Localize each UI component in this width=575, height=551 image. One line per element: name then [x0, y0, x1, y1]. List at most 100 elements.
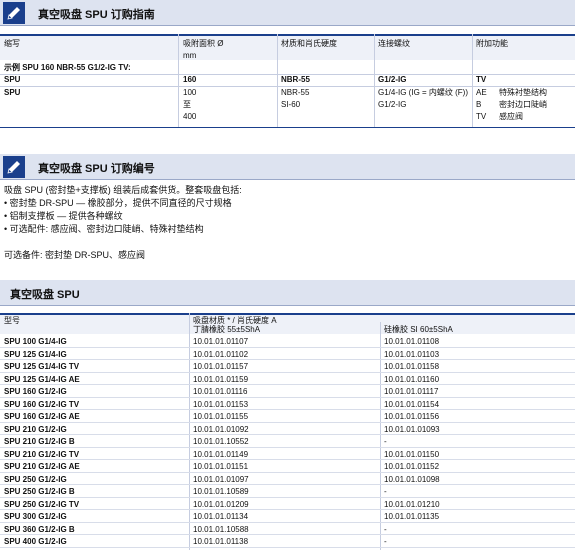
si-part-number-cell: -	[384, 437, 387, 446]
table-row: SPU 210 G1/2-IG AE 10.01.01.01151 10.01.01…	[0, 460, 575, 473]
si-part-number-cell: -	[384, 537, 387, 546]
table-row: SPU 250 G1/2-IG B 10.01.01.10589 -	[0, 485, 575, 498]
pencil-icon	[3, 2, 25, 24]
nbr-part-number-cell: 10.01.01.01097	[193, 474, 249, 484]
type-cell: SPU 210 G1/2-IG AE	[4, 462, 80, 471]
nbr-part-number-cell: 10.01.01.01151	[193, 462, 249, 471]
table-row: SPU 160 G1/2-IG AE 10.01.01.01155 10.01.01…	[0, 410, 575, 423]
si-part-number-cell: 10.01.01.01093	[384, 424, 440, 434]
order-text-line: 吸盘 SPU (密封垫+支撑板) 组装后成套供货。整套吸盘包括:	[4, 185, 242, 195]
option-diameter-min: 100	[183, 88, 197, 97]
col-diameter-header: 吸附面积 Ø mm	[183, 39, 224, 60]
type-cell: SPU 210 G1/2-IG B	[4, 437, 75, 446]
type-cell: SPU 400 G1/2-IG	[4, 537, 67, 546]
type-cell: SPU 250 G1/2-IG	[4, 474, 67, 484]
option-diameter-to: 至	[183, 100, 191, 109]
type-cell: SPU 250 G1/2-IG B	[4, 487, 75, 496]
option-material-nbr: NBR-55	[281, 88, 310, 97]
nbr-part-number-cell: 10.01.01.01155	[193, 412, 249, 421]
si-part-number-cell: 10.01.01.01135	[384, 512, 440, 521]
option-extra-code: B	[476, 100, 482, 109]
spare-parts-line: 可选备件: 密封垫 DR-SPU、感应阀	[4, 250, 146, 260]
option-extra-desc: 感应阀	[499, 112, 523, 121]
nbr-part-number-cell: 10.01.01.01107	[193, 337, 249, 346]
table-row: SPU 125 G1/4-IG TV 10.01.01.01157 10.01.01…	[0, 360, 575, 373]
table-header: 型号 吸盘材质 * / 肖氏硬度 A 丁腈橡胶 55±5ShA 硅橡胶 SI 6…	[0, 313, 575, 334]
option-thread-1: G1/4-IG (IG = 内螺纹 (F))	[378, 88, 469, 97]
si-part-number-cell: 10.01.01.01152	[384, 462, 440, 471]
order-text-line: • 可选配件: 感应阀、密封边口陡峭、特殊衬垫结构	[4, 224, 204, 234]
type-cell: SPU 210 G1/2-IG TV	[4, 449, 80, 459]
nbr-part-number-cell: 10.01.01.01157	[193, 362, 249, 371]
si-part-number-cell: -	[384, 524, 387, 534]
example-extra: TV	[476, 75, 487, 84]
section-header-spu: 真空吸盘 SPU	[0, 280, 575, 306]
nbr-part-number-cell: 10.01.01.01209	[193, 499, 249, 509]
nbr-part-number-cell: 10.01.01.01159	[193, 374, 249, 384]
section-header-ordering-guide: 真空吸盘 SPU 订购指南	[0, 0, 575, 26]
si-part-number-cell: 10.01.01.01154	[384, 399, 440, 409]
nbr-part-number-cell: 10.01.01.10589	[193, 487, 249, 496]
si-part-number-cell: -	[384, 487, 387, 496]
table-row: SPU 160 G1/2-IG TV 10.01.01.01153 10.01.01…	[0, 398, 575, 410]
type-cell: SPU 160 G1/2-IG TV	[4, 399, 80, 409]
table-row: SPU 210 G1/2-IG TV 10.01.01.01149 10.01.01…	[0, 448, 575, 460]
order-text-line: • 铝制支撑板 — 提供各种螺纹	[4, 211, 123, 221]
type-cell: SPU 210 G1/2-IG	[4, 424, 67, 434]
si-part-number-cell: 10.01.01.01156	[384, 412, 440, 421]
table-row: SPU 360 G1/2-IG B 10.01.01.10588 -	[0, 523, 575, 535]
type-cell: SPU 250 G1/2-IG TV	[4, 499, 80, 509]
col-abbr-header: 缩写	[4, 39, 20, 48]
table-row: SPU 125 G1/4-IG 10.01.01.01102 10.01.01.01…	[0, 348, 575, 360]
section-title: 真空吸盘 SPU	[10, 289, 80, 301]
si-part-number-cell: 10.01.01.01098	[384, 474, 440, 484]
si-part-number-cell: 10.01.01.01150	[384, 449, 440, 459]
nbr-part-number-cell: 10.01.01.01116	[193, 387, 248, 396]
col-thread-header: 连接螺纹	[378, 39, 410, 48]
section-title: 真空吸盘 SPU 订购编号	[38, 163, 155, 175]
option-extra-desc: 特殊衬垫结构	[499, 88, 547, 97]
option-extra-code: TV	[476, 112, 487, 121]
example-diameter: 160	[183, 75, 197, 84]
type-cell: SPU 160 G1/2-IG AE	[4, 412, 80, 421]
type-cell: SPU 300 G1/2-IG	[4, 512, 67, 521]
type-cell: SPU 125 G1/4-IG TV	[4, 362, 80, 371]
type-cell: SPU 100 G1/4-IG	[4, 337, 67, 346]
type-cell: SPU 125 G1/4-IG AE	[4, 374, 80, 384]
nbr-part-number-cell: 10.01.01.01149	[193, 449, 249, 459]
table-row: SPU 125 G1/4-IG AE 10.01.01.01159 10.01.01…	[0, 373, 575, 385]
table-row: SPU 400 G1/2-IG 10.01.01.01138 -	[0, 535, 575, 548]
si-part-number-cell: 10.01.01.01117	[384, 387, 439, 396]
nbr-part-number-cell: 10.01.01.10588	[193, 524, 249, 534]
order-text-line: • 密封垫 DR-SPU — 橡胶部分，提供不同直径的尺寸规格	[4, 198, 232, 208]
type-cell: SPU 360 G1/2-IG B	[4, 524, 75, 534]
table-row: SPU 210 G1/2-IG B 10.01.01.10552 -	[0, 435, 575, 448]
table-header: 缩写 吸附面积 Ø mm 材质和肖氏硬度 连接螺纹 附加功能	[0, 34, 575, 60]
si-part-number-cell: 10.01.01.01158	[384, 362, 440, 371]
example-label: 示例 SPU 160 NBR-55 G1/2-IG TV:	[4, 63, 131, 72]
table-row: SPU 250 G1/2-IG TV 10.01.01.01209 10.01.01…	[0, 498, 575, 510]
si-part-number-cell: 10.01.01.01210	[384, 499, 440, 509]
nbr-part-number-cell: 10.01.01.01134	[193, 512, 249, 521]
pencil-icon	[3, 156, 25, 178]
table-row: SPU 300 G1/2-IG 10.01.01.01134 10.01.01.01…	[0, 510, 575, 523]
type-cell: SPU 160 G1/2-IG	[4, 387, 67, 396]
nbr-part-number-cell: 10.01.01.10552	[193, 437, 249, 446]
example-thread: G1/2-IG	[378, 75, 407, 84]
nbr-part-number-cell: 10.01.01.01092	[193, 424, 249, 434]
col-material-header: 材质和肖氏硬度	[281, 39, 337, 48]
nbr-part-number-cell: 10.01.01.01138	[193, 537, 249, 546]
col-extra-header: 附加功能	[476, 39, 508, 48]
table-row: SPU 160 G1/2-IG 10.01.01.01116 10.01.01.01…	[0, 385, 575, 398]
option-extra-code: AE	[476, 88, 487, 97]
section-title: 真空吸盘 SPU 订购指南	[38, 9, 155, 21]
example-material: NBR-55	[281, 75, 310, 84]
section-header-order-numbers: 真空吸盘 SPU 订购编号	[0, 154, 575, 180]
nbr-part-number-cell: 10.01.01.01102	[193, 349, 249, 359]
nbr-part-number-cell: 10.01.01.01153	[193, 399, 249, 409]
table-row: SPU 210 G1/2-IG 10.01.01.01092 10.01.01.01…	[0, 423, 575, 435]
example-abbr: SPU	[4, 75, 21, 84]
col-type-header: 型号	[4, 316, 20, 325]
option-diameter-max: 400	[183, 112, 197, 121]
si-part-number-cell: 10.01.01.01108	[384, 337, 440, 346]
